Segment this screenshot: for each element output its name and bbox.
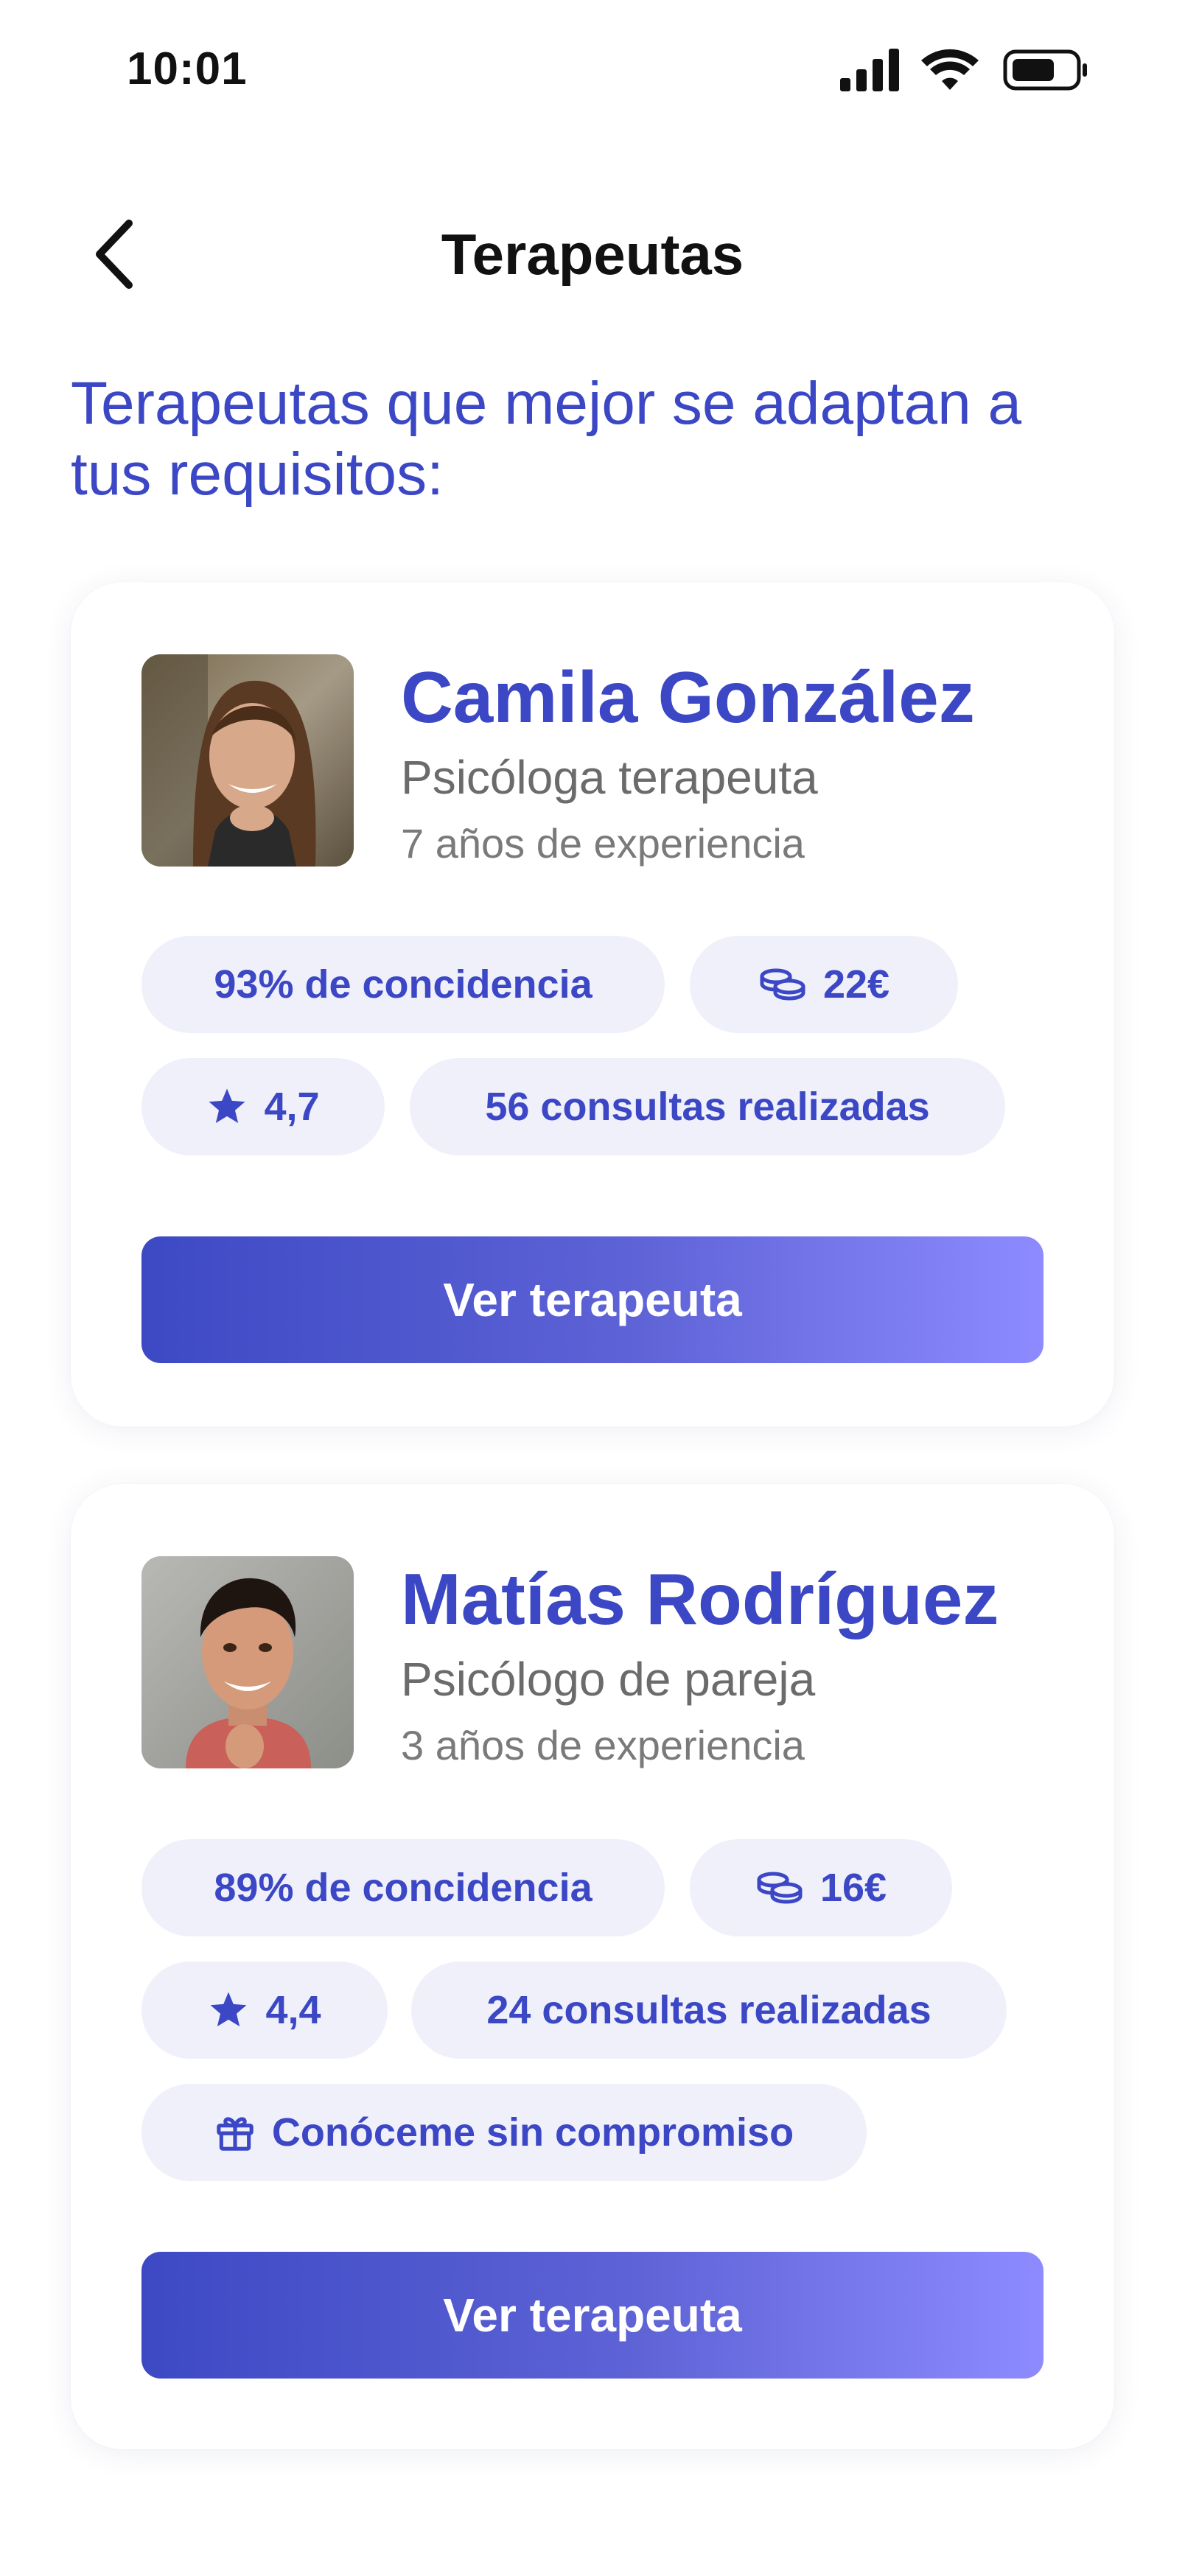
price-text: 16€ (819, 1866, 887, 1910)
therapist-experience: 7 años de experiencia (401, 820, 805, 867)
rating-text: 4,4 (265, 1988, 321, 2032)
sessions-chip: 56 consultas realizadas (410, 1058, 1005, 1155)
therapist-card: Matías Rodríguez Psicólogo de pareja 3 a… (71, 1484, 1114, 2449)
free-intro-text: Conóceme sin compromiso (271, 2110, 794, 2155)
view-therapist-button[interactable]: Ver terapeuta (141, 1236, 1044, 1363)
wifi-icon (921, 49, 979, 90)
section-heading: Terapeutas que mejor se adaptan a tus re… (71, 370, 1022, 508)
therapist-role: Psicólogo de pareja (401, 1653, 816, 1706)
star-icon (210, 1992, 247, 2027)
therapist-experience: 3 años de experiencia (401, 1722, 805, 1768)
free-intro-chip: Conóceme sin compromiso (141, 2084, 867, 2181)
therapist-name: Matías Rodríguez (401, 1558, 999, 1639)
price-chip: 22€ (690, 936, 958, 1033)
sessions-chip: 24 consultas realizadas (411, 1961, 1007, 2059)
therapist-role: Psicóloga terapeuta (401, 751, 818, 804)
therapist-card: Camila González Psicóloga terapeuta 7 añ… (71, 582, 1114, 1427)
sessions-text: 56 consultas realizadas (485, 1085, 930, 1129)
match-chip: 89% de concidencia (141, 1839, 665, 1936)
rating-text: 4,7 (264, 1085, 320, 1129)
price-text: 22€ (822, 962, 890, 1007)
sessions-text: 24 consultas realizadas (486, 1988, 931, 2032)
price-chip: 16€ (690, 1839, 952, 1936)
signal-icon (840, 49, 899, 91)
status-bar: 10:01 (0, 0, 1185, 140)
therapist-photo (141, 1556, 354, 1768)
rating-chip: 4,4 (141, 1961, 388, 2059)
match-chip: 93% de concidencia (141, 936, 665, 1033)
header: Terapeutas (0, 199, 1185, 309)
status-icons (840, 46, 1091, 93)
match-text: 89% de concidencia (214, 1866, 592, 1910)
therapist-name: Camila González (401, 657, 975, 738)
page-title: Terapeutas (441, 222, 744, 287)
star-icon (209, 1088, 245, 1124)
coins-icon (757, 1872, 803, 1904)
battery-icon (1003, 49, 1087, 91)
rating-chip: 4,7 (141, 1058, 385, 1155)
therapist-photo (141, 654, 354, 867)
view-therapist-button[interactable]: Ver terapeuta (141, 2252, 1044, 2379)
coins-icon (760, 968, 805, 1001)
gift-icon (217, 2117, 254, 2151)
status-time: 10:01 (127, 43, 248, 94)
match-text: 93% de concidencia (214, 962, 592, 1007)
